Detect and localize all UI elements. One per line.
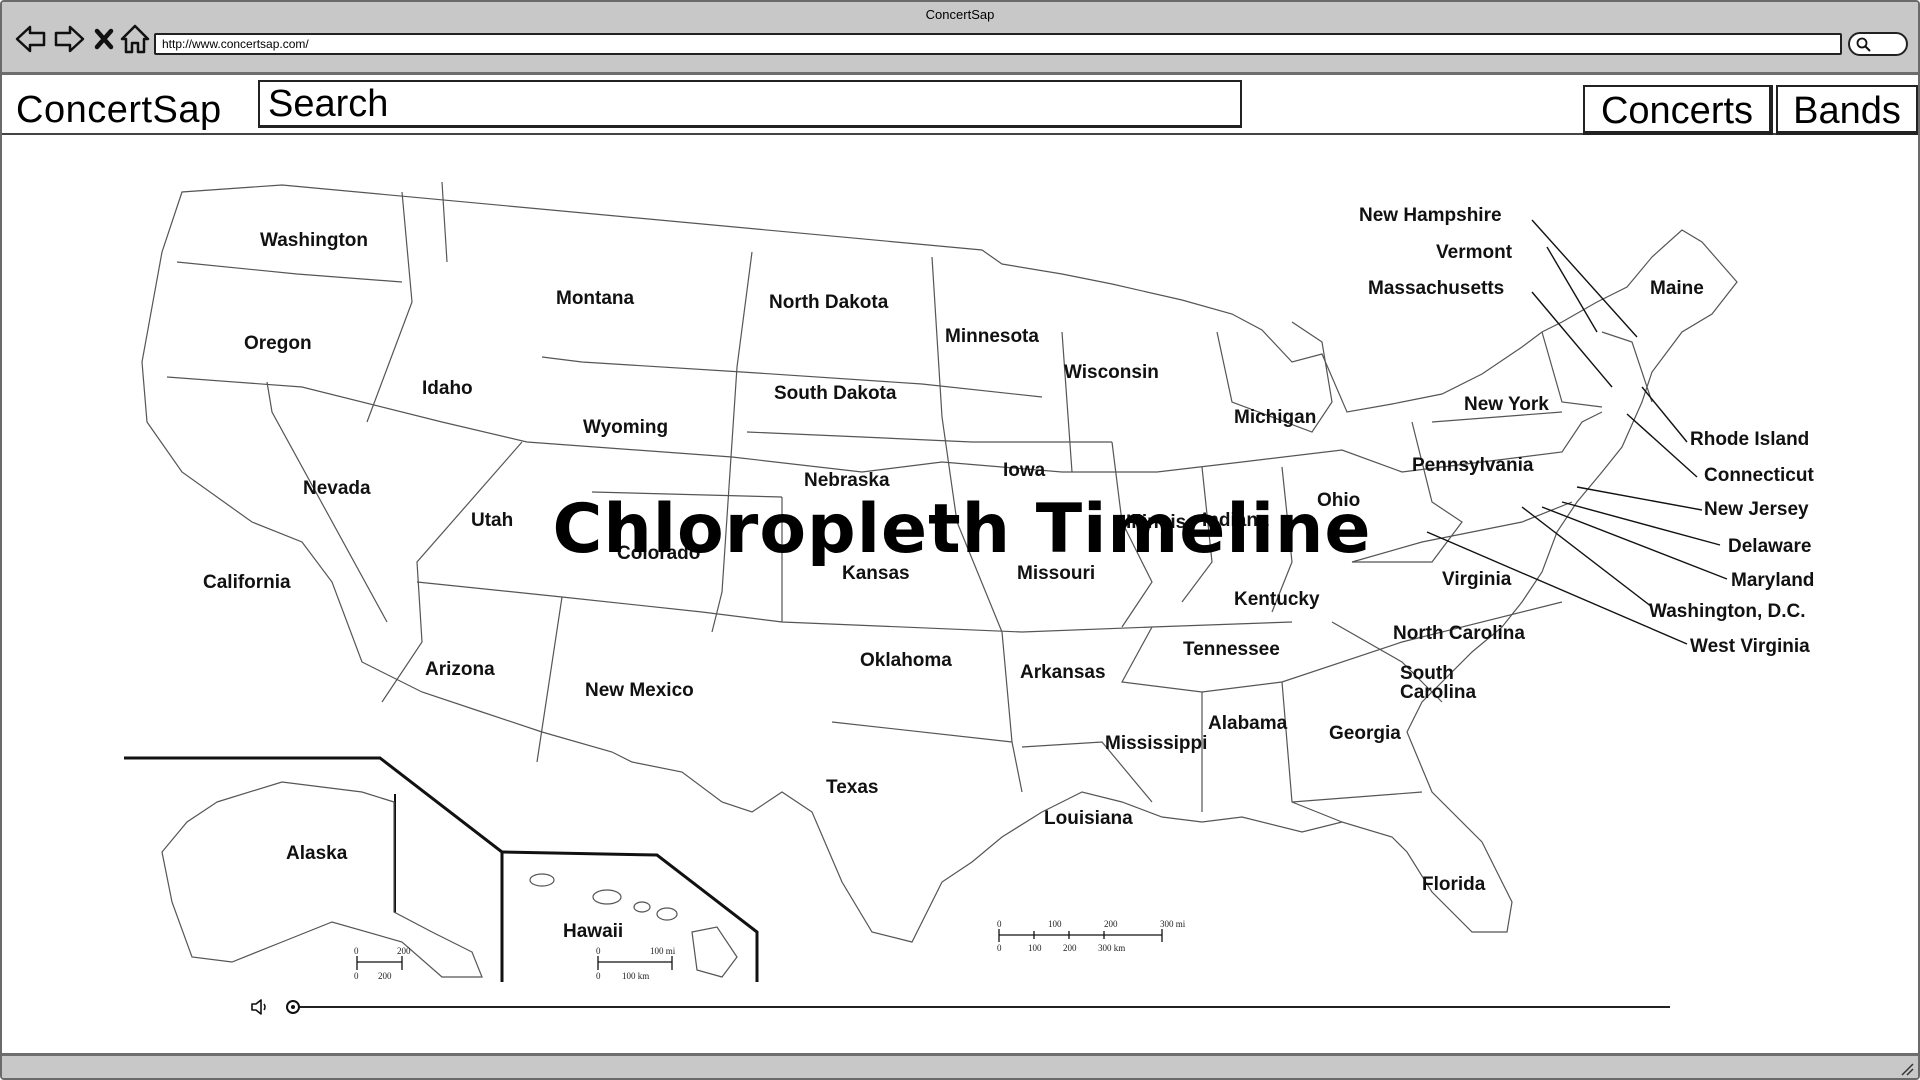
svg-text:0: 0: [596, 946, 601, 956]
label-new-hampshire: New Hampshire: [1359, 205, 1502, 226]
label-kentucky: Kentucky: [1234, 589, 1320, 610]
label-massachusetts: Massachusetts: [1368, 278, 1504, 299]
label-south-dakota: South Dakota: [774, 383, 897, 404]
svg-text:300 mi: 300 mi: [1160, 919, 1186, 929]
label-new-jersey: New Jersey: [1704, 499, 1809, 520]
browser-window: ConcertSap http://www.concertsap.com/ Co…: [0, 0, 1920, 1080]
label-california: California: [203, 572, 291, 593]
svg-text:0: 0: [354, 971, 359, 981]
label-arizona: Arizona: [425, 659, 495, 680]
label-virginia: Virginia: [1442, 569, 1512, 590]
label-arkansas: Arkansas: [1020, 662, 1106, 683]
label-south-carolina: South: [1400, 663, 1454, 684]
main-scale-bar: 0 100 200 300 mi 0 100 200 300 km: [997, 919, 1186, 953]
label-missouri: Missouri: [1017, 563, 1095, 584]
hawaii-scale-bar: 0 100 mi 0 100 km: [596, 946, 676, 981]
svg-text:100 mi: 100 mi: [650, 946, 676, 956]
label-south-carolina-2: Carolina: [1400, 682, 1476, 703]
timeline-track[interactable]: [292, 1006, 1670, 1008]
label-indiana: Indiana: [1202, 510, 1269, 531]
label-rhode-island: Rhode Island: [1690, 429, 1809, 450]
label-iowa: Iowa: [1003, 460, 1046, 481]
timeline-slider[interactable]: [250, 994, 1670, 1020]
svg-text:200: 200: [1063, 943, 1077, 953]
label-tennessee: Tennessee: [1183, 639, 1280, 660]
label-florida: Florida: [1422, 874, 1486, 895]
label-montana: Montana: [556, 288, 635, 309]
label-new-mexico: New Mexico: [585, 680, 694, 701]
label-west-virginia: West Virginia: [1690, 636, 1810, 657]
status-bar: [2, 1053, 1918, 1078]
label-louisiana: Louisiana: [1044, 808, 1133, 829]
label-wyoming: Wyoming: [583, 417, 668, 438]
label-north-carolina: North Carolina: [1393, 623, 1525, 644]
label-illinois: Illinois: [1126, 512, 1186, 533]
speaker-icon[interactable]: [250, 997, 270, 1017]
us-map[interactable]: 0 100 200 300 mi 0 100 200 300 km 0 200 …: [2, 2, 1918, 1062]
label-colorado: Colorado: [617, 543, 700, 564]
label-hawaii: Hawaii: [563, 921, 623, 942]
label-new-york: New York: [1464, 394, 1549, 415]
label-vermont: Vermont: [1436, 242, 1513, 263]
svg-text:200: 200: [397, 946, 411, 956]
label-maine: Maine: [1650, 278, 1704, 299]
label-wisconsin: Wisconsin: [1064, 362, 1159, 383]
svg-text:0: 0: [596, 971, 601, 981]
label-kansas: Kansas: [842, 563, 910, 584]
svg-text:100: 100: [1048, 919, 1062, 929]
label-maryland: Maryland: [1731, 570, 1814, 591]
svg-text:100 km: 100 km: [622, 971, 649, 981]
label-mississippi: Mississippi: [1105, 733, 1207, 754]
label-oregon: Oregon: [244, 333, 312, 354]
label-pennsylvania: Pennsylvania: [1412, 455, 1534, 476]
label-delaware: Delaware: [1728, 536, 1811, 557]
label-washington: Washington: [260, 230, 368, 251]
svg-text:0: 0: [354, 946, 359, 956]
label-nebraska: Nebraska: [804, 470, 890, 491]
label-oklahoma: Oklahoma: [860, 650, 952, 671]
svg-text:200: 200: [378, 971, 392, 981]
label-minnesota: Minnesota: [945, 326, 1039, 347]
timeline-handle[interactable]: [286, 1000, 300, 1014]
svg-text:0: 0: [997, 943, 1002, 953]
label-idaho: Idaho: [422, 378, 473, 399]
label-utah: Utah: [471, 510, 513, 531]
svg-text:100: 100: [1028, 943, 1042, 953]
label-connecticut: Connecticut: [1704, 465, 1814, 486]
label-georgia: Georgia: [1329, 723, 1401, 744]
label-alaska: Alaska: [286, 843, 348, 864]
alaska-shape: [161, 781, 483, 978]
label-alabama: Alabama: [1208, 713, 1288, 734]
svg-text:200: 200: [1104, 919, 1118, 929]
label-washington-dc: Washington, D.C.: [1649, 601, 1806, 622]
label-north-dakota: North Dakota: [769, 292, 889, 313]
label-nevada: Nevada: [303, 478, 371, 499]
label-michigan: Michigan: [1234, 407, 1316, 428]
label-texas: Texas: [826, 777, 878, 798]
alaska-scale-bar: 0 200 0 200: [354, 946, 411, 981]
label-ohio: Ohio: [1317, 490, 1360, 511]
resize-grip-icon[interactable]: [1898, 1060, 1914, 1076]
svg-text:300 km: 300 km: [1098, 943, 1125, 953]
svg-text:0: 0: [997, 919, 1002, 929]
